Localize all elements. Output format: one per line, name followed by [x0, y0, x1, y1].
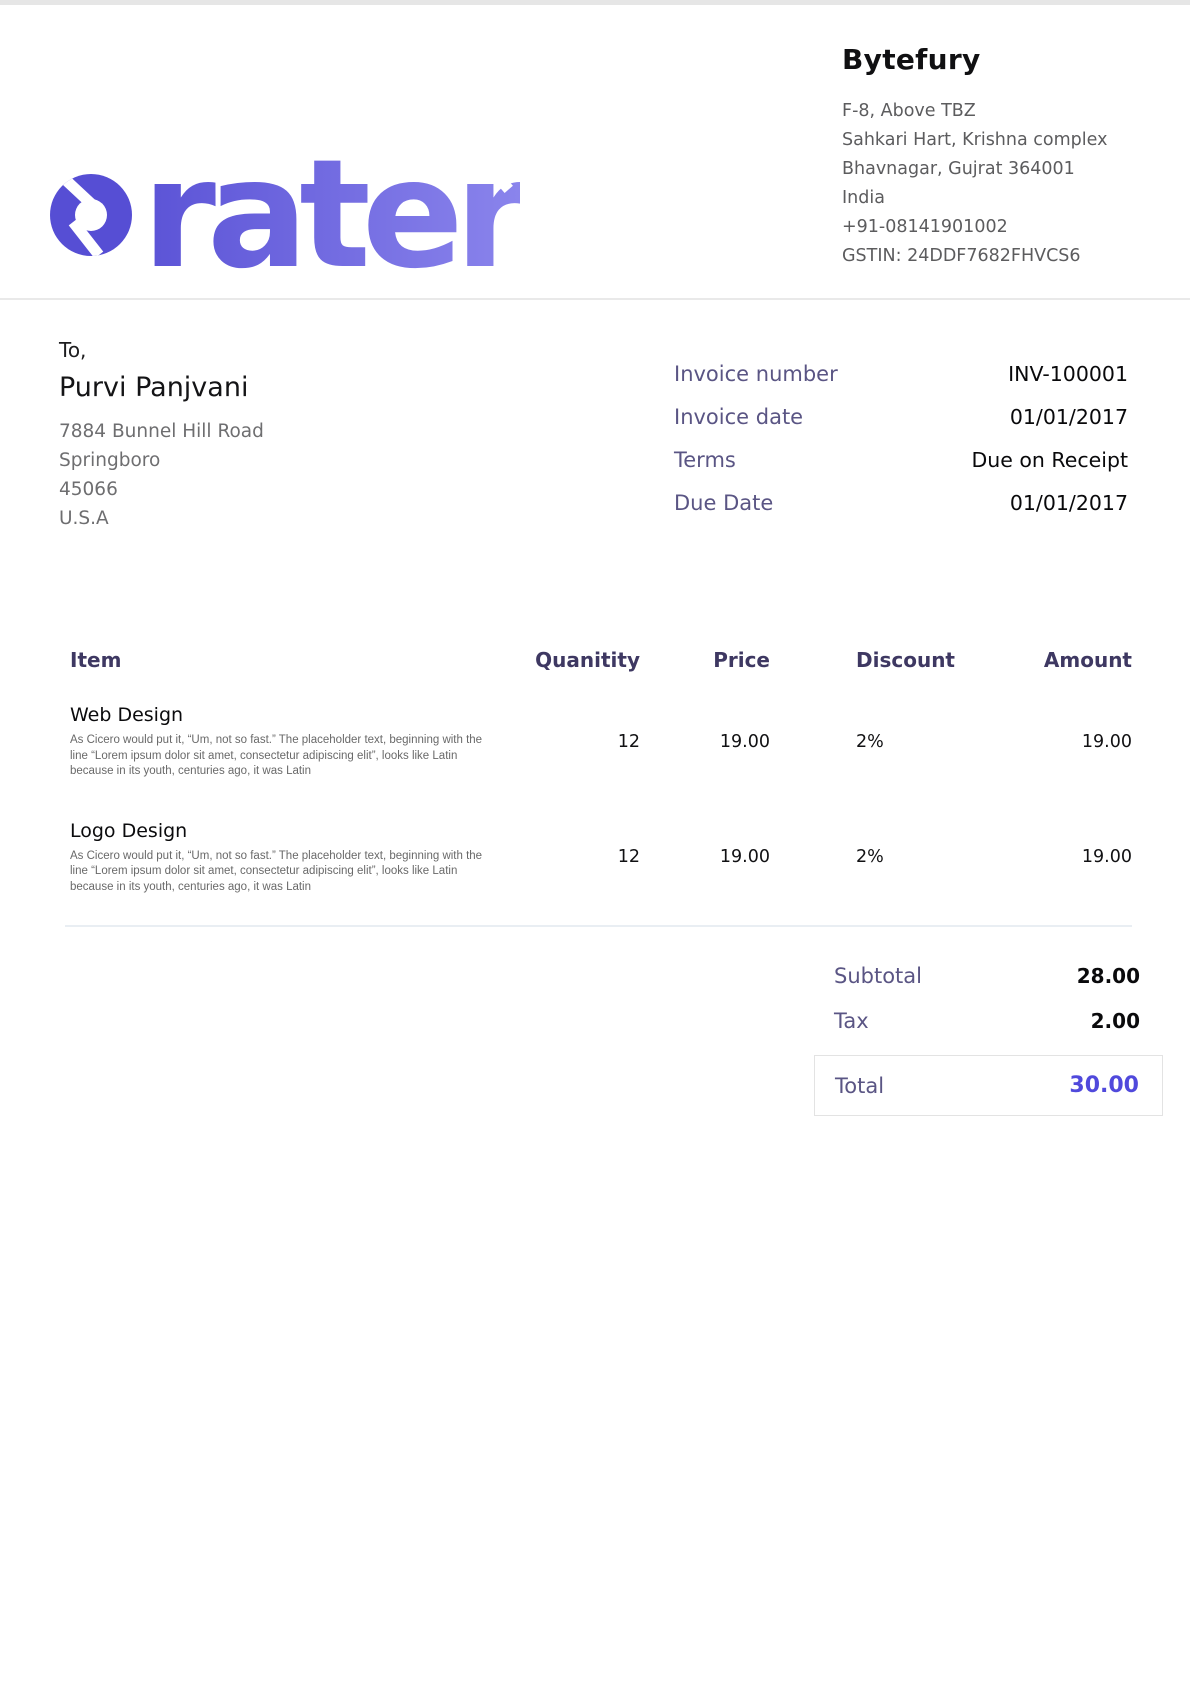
- grand-total-box: Total 30.00: [814, 1055, 1163, 1116]
- customer-address-line: U.S.A: [59, 504, 264, 533]
- item-discount: 2%: [770, 732, 965, 752]
- totals-section: Subtotal 28.00 Tax 2.00 Total 30.00: [814, 952, 1163, 1116]
- invoice-number-value: INV-100001: [1008, 362, 1128, 386]
- tax-label: Tax: [834, 1009, 869, 1033]
- invoice-number-row: Invoice number INV-100001: [674, 362, 1128, 386]
- subtotal-row: Subtotal 28.00: [814, 964, 1163, 988]
- tax-value: 2.00: [1091, 1009, 1140, 1033]
- item-cell: Web Design As Cicero would put it, “Um, …: [65, 704, 520, 780]
- terms-row: Terms Due on Receipt: [674, 448, 1128, 472]
- header-price: Price: [640, 648, 770, 672]
- subtotal-label: Subtotal: [834, 964, 922, 988]
- due-date-value: 01/01/2017: [1010, 491, 1128, 515]
- item-amount: 19.00: [965, 847, 1132, 867]
- customer-name: Purvi Panjvani: [59, 372, 264, 403]
- invoice-meta: Invoice number INV-100001 Invoice date 0…: [674, 362, 1128, 534]
- header-amount: Amount: [965, 648, 1132, 672]
- company-info: Bytefury F-8, Above TBZ Sahkari Hart, Kr…: [842, 43, 1172, 271]
- logo-slash-icon: [69, 219, 104, 256]
- company-address-line: Sahkari Hart, Krishna complex: [842, 126, 1172, 155]
- company-gstin: GSTIN: 24DDF7682FHVCS6: [842, 242, 1172, 271]
- company-name: Bytefury: [842, 43, 1172, 76]
- table-bottom-divider: [65, 925, 1132, 927]
- logo-slash-icon: [56, 174, 97, 210]
- customer-address-line: 45066: [59, 475, 264, 504]
- terms-label: Terms: [674, 448, 736, 472]
- company-address-line: India: [842, 184, 1172, 213]
- bill-to-section: To, Purvi Panjvani 7884 Bunnel Hill Road…: [59, 338, 264, 533]
- total-label: Total: [835, 1074, 884, 1098]
- company-phone: +91-08141901002: [842, 213, 1172, 242]
- item-name: Logo Design: [70, 820, 520, 842]
- invoice-number-label: Invoice number: [674, 362, 838, 386]
- item-price: 19.00: [640, 732, 770, 752]
- table-row: Logo Design As Cicero would put it, “Um,…: [65, 820, 1132, 896]
- invoice-date-value: 01/01/2017: [1010, 405, 1128, 429]
- item-discount: 2%: [770, 847, 965, 867]
- bill-to-salutation: To,: [59, 338, 264, 362]
- item-price: 19.00: [640, 847, 770, 867]
- header-quantity: Quanitity: [520, 648, 640, 672]
- company-address-line: Bhavnagar, Gujrat 364001: [842, 155, 1172, 184]
- due-date-label: Due Date: [674, 491, 773, 515]
- item-name: Web Design: [70, 704, 520, 726]
- crater-logo: rater: [50, 140, 520, 256]
- item-description: As Cicero would put it, “Um, not so fast…: [70, 849, 502, 896]
- item-quantity: 12: [520, 847, 640, 867]
- table-row: Web Design As Cicero would put it, “Um, …: [65, 704, 1132, 780]
- item-quantity: 12: [520, 732, 640, 752]
- crater-logo-c-glyph: [50, 174, 132, 256]
- total-value: 30.00: [1069, 1073, 1139, 1098]
- items-table-header: Item Quanitity Price Discount Amount: [65, 648, 1132, 672]
- header-discount: Discount: [770, 648, 965, 672]
- item-cell: Logo Design As Cicero would put it, “Um,…: [65, 820, 520, 896]
- company-address-line: F-8, Above TBZ: [842, 97, 1172, 126]
- invoice-date-row: Invoice date 01/01/2017: [674, 405, 1128, 429]
- due-date-row: Due Date 01/01/2017: [674, 491, 1128, 515]
- invoice-header: rater Bytefury F-8, Above TBZ Sahkari Ha…: [0, 5, 1190, 300]
- customer-address-line: 7884 Bunnel Hill Road: [59, 417, 264, 446]
- terms-value: Due on Receipt: [971, 448, 1128, 472]
- crater-logo-text: rater: [142, 140, 520, 290]
- customer-address-line: Springboro: [59, 446, 264, 475]
- subtotal-value: 28.00: [1077, 964, 1140, 988]
- invoice-date-label: Invoice date: [674, 405, 803, 429]
- item-amount: 19.00: [965, 732, 1132, 752]
- header-item: Item: [65, 648, 520, 672]
- tax-row: Tax 2.00: [814, 1009, 1163, 1033]
- item-description: As Cicero would put it, “Um, not so fast…: [70, 733, 502, 780]
- items-table: Item Quanitity Price Discount Amount Web…: [65, 648, 1132, 927]
